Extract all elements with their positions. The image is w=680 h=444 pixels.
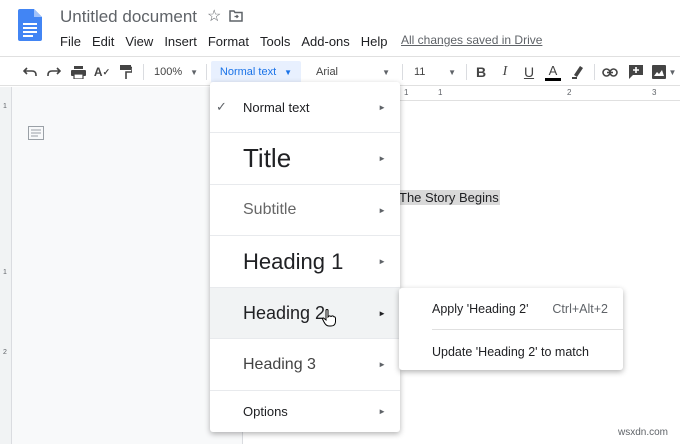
- vertical-ruler: 1 1 2: [0, 87, 12, 444]
- hand-cursor-icon: [322, 309, 336, 327]
- zoom-value: 100%: [153, 66, 183, 78]
- style-menu-item-label: Heading 3: [243, 355, 316, 373]
- chevron-right-icon: ►: [378, 205, 386, 215]
- font-size-value: 11: [414, 66, 426, 78]
- apply-heading-shortcut: Ctrl+Alt+2: [552, 302, 608, 316]
- style-menu-item-label: Heading 1: [243, 248, 344, 274]
- paragraph-style-select[interactable]: Normal text ▼: [211, 61, 301, 83]
- chevron-right-icon: ►: [378, 407, 386, 416]
- underline-icon[interactable]: U: [520, 61, 538, 83]
- paragraph-style-menu: ✓ Normal text ► Title ► Subtitle ► Headi…: [210, 82, 400, 432]
- chevron-right-icon: ►: [378, 102, 386, 112]
- text-color-icon[interactable]: A: [543, 61, 563, 83]
- menu-addons[interactable]: Add-ons: [297, 34, 353, 49]
- menu-file[interactable]: File: [56, 34, 85, 49]
- paint-format-icon[interactable]: [116, 61, 136, 83]
- menu-view[interactable]: View: [121, 34, 157, 49]
- style-menu-item-heading-1[interactable]: Heading 1 ►: [210, 236, 400, 288]
- chevron-down-icon: ▼: [668, 67, 677, 77]
- watermark: wsxdn.com: [617, 427, 668, 438]
- style-menu-item-label: Normal text: [243, 99, 310, 115]
- style-menu-item-subtitle[interactable]: Subtitle ►: [210, 185, 400, 236]
- save-status-link[interactable]: All changes saved in Drive: [401, 33, 542, 47]
- menu-insert[interactable]: Insert: [160, 34, 201, 49]
- menu-bar: File Edit View Insert Format Tools Add-o…: [56, 32, 395, 50]
- style-menu-item-label: Heading 2: [243, 302, 326, 323]
- font-size-select[interactable]: 11 ▼: [408, 61, 462, 83]
- zoom-select[interactable]: 100% ▼: [150, 61, 202, 83]
- chevron-right-icon: ►: [378, 308, 386, 318]
- menu-edit[interactable]: Edit: [88, 34, 118, 49]
- italic-icon[interactable]: I: [496, 61, 514, 83]
- chevron-down-icon: ▼: [284, 67, 293, 77]
- chevron-right-icon: ►: [378, 154, 386, 163]
- redo-icon[interactable]: [44, 61, 64, 83]
- style-menu-item-title[interactable]: Title ►: [210, 133, 400, 185]
- ruler-mark: 2: [3, 349, 7, 356]
- ruler-mark: 1: [3, 103, 7, 110]
- heading-2-submenu: Apply 'Heading 2' Ctrl+Alt+2 Update 'Hea…: [399, 288, 623, 370]
- font-value: Arial: [316, 66, 339, 78]
- toolbar-divider: [466, 64, 467, 80]
- style-menu-item-heading-3[interactable]: Heading 3 ►: [210, 339, 400, 391]
- chevron-right-icon: ►: [378, 257, 386, 266]
- apply-heading-2-item[interactable]: Apply 'Heading 2' Ctrl+Alt+2: [399, 290, 623, 326]
- highlight-icon[interactable]: [568, 61, 588, 83]
- editor-canvas: [12, 87, 242, 444]
- bold-icon[interactable]: B: [472, 61, 490, 83]
- style-menu-item-label: Subtitle: [243, 201, 297, 218]
- check-icon: ✓: [216, 99, 227, 114]
- title-bar: Untitled document ☆ File Edit View Inser…: [0, 0, 680, 56]
- print-icon[interactable]: [68, 61, 88, 83]
- ruler-mark: 1: [438, 88, 443, 97]
- comment-icon[interactable]: [626, 61, 646, 83]
- ruler-mark: 1: [3, 269, 7, 276]
- ruler-mark: 2: [567, 88, 572, 97]
- menu-format[interactable]: Format: [204, 34, 253, 49]
- toolbar-divider: [594, 64, 595, 80]
- move-to-folder-icon[interactable]: [229, 10, 243, 22]
- paragraph-style-value: Normal text: [219, 66, 277, 78]
- style-menu-item-heading-2[interactable]: Heading 2 ►: [210, 288, 400, 339]
- document-title[interactable]: Untitled document: [60, 7, 197, 27]
- undo-icon[interactable]: [20, 61, 40, 83]
- docs-logo-icon[interactable]: [18, 9, 42, 41]
- font-select[interactable]: Arial ▼: [310, 61, 396, 83]
- update-heading-2-item[interactable]: Update 'Heading 2' to match: [399, 333, 623, 369]
- menu-help[interactable]: Help: [357, 34, 392, 49]
- style-menu-item-normal-text[interactable]: ✓ Normal text ►: [210, 82, 400, 133]
- chevron-down-icon: ▼: [190, 67, 199, 77]
- chevron-right-icon: ►: [378, 360, 386, 369]
- toolbar-divider: [206, 64, 207, 80]
- star-icon[interactable]: ☆: [207, 7, 221, 27]
- style-menu-item-label: Title: [243, 143, 292, 173]
- ruler-mark: 1: [404, 88, 409, 97]
- menu-tools[interactable]: Tools: [256, 34, 294, 49]
- style-menu-item-options[interactable]: Options ►: [210, 391, 400, 432]
- menu-divider: [432, 329, 623, 330]
- style-menu-item-label: Options: [243, 404, 288, 419]
- chevron-down-icon: ▼: [382, 67, 390, 77]
- image-icon[interactable]: ▼: [650, 61, 678, 83]
- chevron-down-icon: ▼: [448, 67, 456, 77]
- document-outline-icon[interactable]: [28, 126, 44, 140]
- apply-heading-label: Apply 'Heading 2': [432, 302, 529, 316]
- toolbar-divider: [402, 64, 403, 80]
- selected-heading-text[interactable]: The Story Begins: [398, 190, 500, 205]
- update-heading-label: Update 'Heading 2' to match: [432, 345, 589, 359]
- ruler-mark: 3: [652, 88, 657, 97]
- link-icon[interactable]: [600, 61, 620, 83]
- toolbar-divider: [143, 64, 144, 80]
- spellcheck-icon[interactable]: A ✓: [92, 61, 112, 83]
